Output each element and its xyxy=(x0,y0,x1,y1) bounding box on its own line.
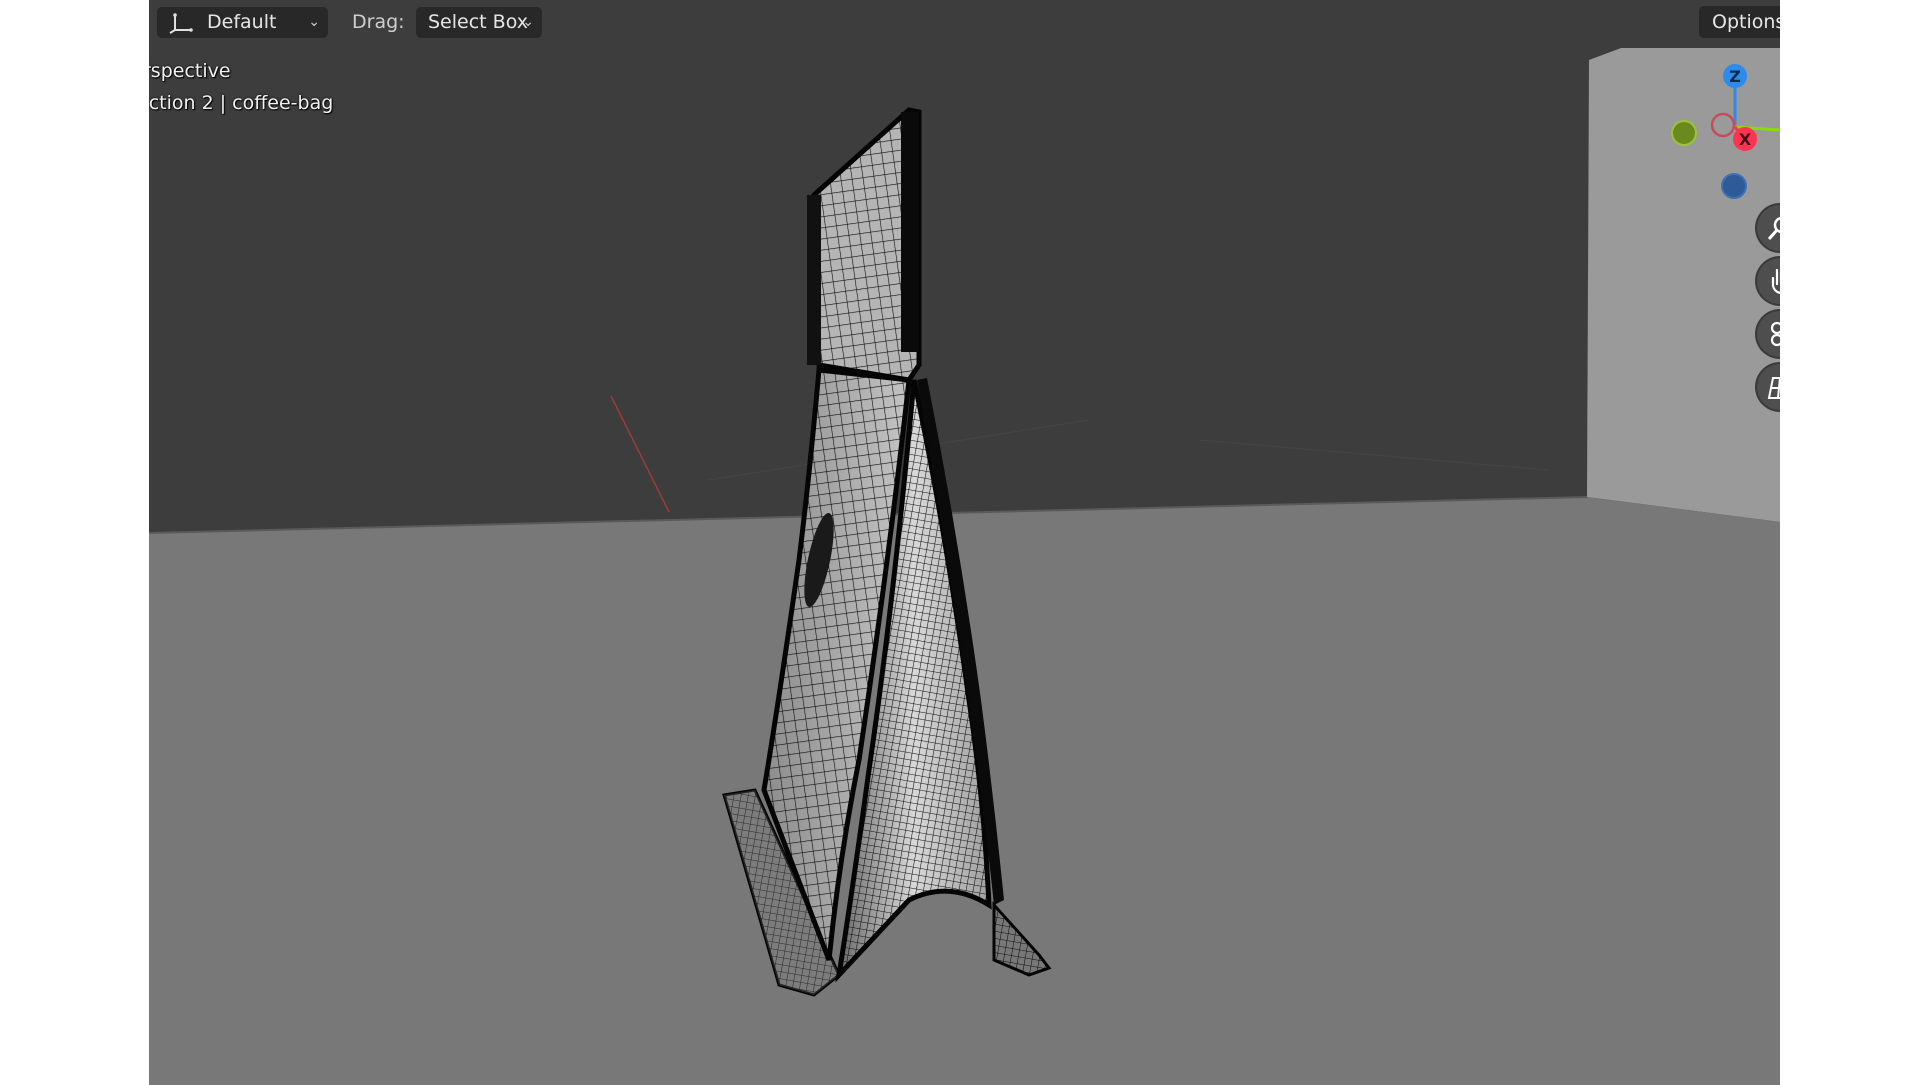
x-axis-label: X xyxy=(1739,130,1752,149)
bag-left-seam xyxy=(807,195,821,365)
x-axis-handle[interactable]: X xyxy=(1733,127,1757,151)
navigation-gizmo[interactable]: Z X xyxy=(1649,55,1780,215)
viewport-scene xyxy=(149,0,1780,1085)
camera-icon xyxy=(1770,321,1780,347)
neg-x-axis-handle[interactable] xyxy=(1710,112,1736,138)
3d-viewport[interactable]: Default ⌄ Drag: Select Box ⌄ Options rsp… xyxy=(149,0,1780,1085)
transform-orientation-icon xyxy=(169,12,195,44)
transform-orientation-label: Default xyxy=(207,11,277,33)
chevron-down-icon: ⌄ xyxy=(522,14,534,30)
neg-y-axis-handle[interactable] xyxy=(1671,120,1697,146)
view-name-text: rspective xyxy=(149,60,231,82)
magnifier-icon xyxy=(1767,216,1780,240)
bag-right-seam xyxy=(901,112,919,352)
drag-mode-label: Select Box xyxy=(428,11,528,33)
hand-icon xyxy=(1771,268,1780,294)
transform-orientation-dropdown[interactable]: Default ⌄ xyxy=(157,7,328,38)
drag-label: Drag: xyxy=(352,11,405,33)
drag-mode-dropdown[interactable]: Select Box ⌄ xyxy=(416,7,542,38)
neg-z-axis-handle[interactable] xyxy=(1721,173,1747,199)
collection-object-text: ection 2 | coffee-bag xyxy=(149,92,334,114)
options-button[interactable]: Options xyxy=(1699,6,1780,38)
z-axis-label: Z xyxy=(1729,67,1741,86)
grid-icon xyxy=(1767,377,1780,399)
z-axis-handle[interactable]: Z xyxy=(1723,64,1747,88)
chevron-down-icon: ⌄ xyxy=(308,14,320,30)
